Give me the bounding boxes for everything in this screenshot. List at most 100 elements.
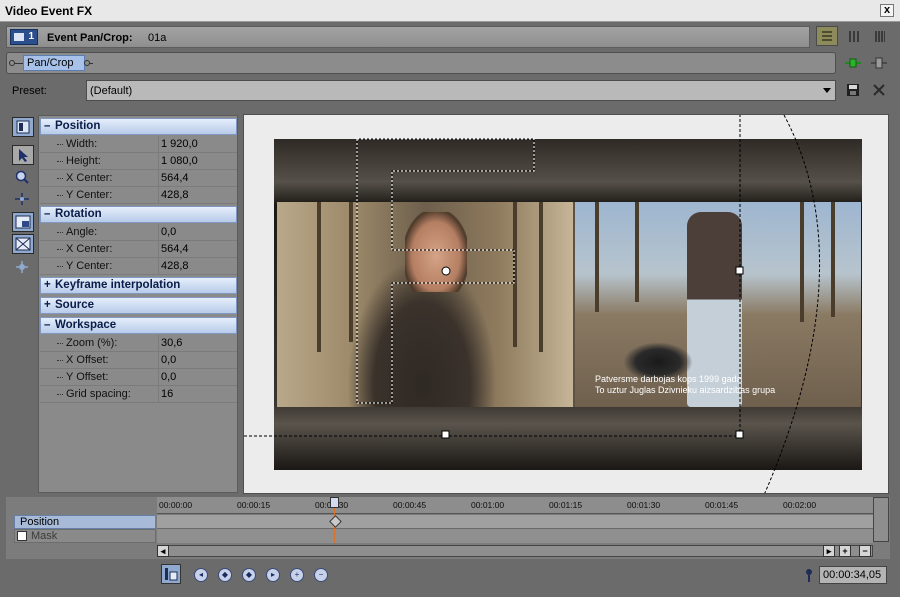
- properties-icon: [16, 120, 30, 134]
- move-tool[interactable]: [12, 190, 34, 210]
- save-preset-button[interactable]: [846, 83, 860, 97]
- tile-view-icon: [875, 31, 885, 42]
- preset-dropdown[interactable]: (Default): [86, 80, 836, 101]
- section-workspace[interactable]: – Workspace: [40, 317, 237, 334]
- track-mask[interactable]: Mask: [14, 529, 156, 543]
- view-mode-button-3[interactable]: [869, 26, 891, 46]
- property-value[interactable]: 30,6: [158, 335, 237, 352]
- section-title: Keyframe interpolation: [55, 279, 181, 291]
- add-keyframe-button[interactable]: +: [290, 568, 304, 582]
- property-row[interactable]: Y Offset: 0,0: [40, 369, 237, 386]
- tree-line: [57, 394, 63, 395]
- delete-preset-button[interactable]: [872, 83, 886, 97]
- zoom-out-button[interactable]: −: [859, 545, 871, 557]
- time-tick: 00:01:00: [471, 500, 505, 510]
- keyframe-timeline: 00:00:00 00:00:15 00:00:30 00:00:45 00:0…: [6, 497, 890, 559]
- property-row[interactable]: Y Center: 428,8: [40, 187, 237, 204]
- property-key: Y Center:: [66, 189, 113, 201]
- tree-line: [57, 249, 63, 250]
- section-keyframe-interpolation[interactable]: + Keyframe interpolation: [40, 277, 237, 294]
- delete-keyframe-button[interactable]: −: [314, 568, 328, 582]
- property-value[interactable]: 16: [158, 386, 237, 403]
- keyframe-toolbar: ◂ ◆ ◆ ▸ + − 00:00:34,05: [0, 560, 900, 597]
- first-keyframe-button[interactable]: ◂: [194, 568, 208, 582]
- title-bar: Video Event FX x: [0, 0, 900, 22]
- property-row[interactable]: X Offset: 0,0: [40, 352, 237, 369]
- section-title: Rotation: [55, 208, 102, 220]
- property-row[interactable]: Angle: 0,0: [40, 224, 237, 241]
- plugin-pan-crop[interactable]: Pan/Crop: [23, 55, 85, 71]
- property-value[interactable]: 564,4: [158, 241, 237, 258]
- event-number: 1: [28, 31, 34, 42]
- property-value[interactable]: 1 920,0: [158, 136, 237, 153]
- chevron-down-icon: [823, 88, 831, 93]
- cursor-timecode[interactable]: 00:00:34,05: [819, 566, 887, 584]
- chain-end-node: [84, 60, 90, 66]
- property-value[interactable]: 0,0: [158, 224, 237, 241]
- property-key: Zoom (%):: [66, 337, 118, 349]
- section-title: Position: [55, 120, 101, 132]
- collapse-icon: –: [44, 208, 51, 220]
- close-button[interactable]: x: [880, 4, 894, 17]
- property-key: Grid spacing:: [66, 388, 131, 400]
- scroll-left-button[interactable]: ◂: [157, 545, 169, 557]
- show-properties-button[interactable]: [12, 117, 34, 137]
- tree-line: [57, 377, 63, 378]
- property-row[interactable]: Height: 1 080,0: [40, 153, 237, 170]
- property-row[interactable]: X Center: 564,4: [40, 241, 237, 258]
- zoom-in-button[interactable]: +: [839, 545, 851, 557]
- view-mode-button-1[interactable]: [816, 26, 838, 46]
- property-row[interactable]: Width: 1 920,0: [40, 136, 237, 153]
- section-source[interactable]: + Source: [40, 297, 237, 314]
- time-tick: 00:01:15: [549, 500, 583, 510]
- center-icon: [16, 261, 28, 273]
- zoom-tool[interactable]: [12, 168, 34, 188]
- property-value[interactable]: 428,8: [158, 187, 237, 204]
- playhead-handle[interactable]: [330, 497, 339, 508]
- pan-crop-workspace[interactable]: Patversme darbojas kops 1999 gada To uzt…: [243, 114, 889, 494]
- plugin-chain-icon[interactable]: [845, 56, 861, 70]
- magnifier-icon: [15, 170, 29, 184]
- position-keyframe-track[interactable]: [157, 515, 873, 529]
- sync-cursor-button[interactable]: [161, 564, 181, 584]
- tree-line: [57, 161, 63, 162]
- property-value[interactable]: 564,4: [158, 170, 237, 187]
- time-ruler[interactable]: 00:00:00 00:00:15 00:00:30 00:00:45 00:0…: [157, 497, 873, 514]
- last-keyframe-button[interactable]: ▸: [266, 568, 280, 582]
- section-position[interactable]: – Position: [40, 118, 237, 135]
- crop-overlay: [244, 115, 821, 493]
- next-keyframe-button[interactable]: ◆: [242, 568, 256, 582]
- previous-keyframe-button[interactable]: ◆: [218, 568, 232, 582]
- tree-line: [57, 232, 63, 233]
- enable-snapping-button[interactable]: [12, 212, 34, 232]
- lock-aspect-ratio-button[interactable]: [12, 234, 34, 254]
- sync-cursor-icon: [165, 568, 178, 581]
- property-value[interactable]: 428,8: [158, 258, 237, 275]
- property-value[interactable]: 0,0: [158, 352, 237, 369]
- mask-checkbox[interactable]: [17, 531, 27, 541]
- timeline-vertical-scrollbar[interactable]: [873, 497, 889, 542]
- window-title: Video Event FX: [5, 4, 93, 18]
- preset-label: Preset:: [12, 85, 47, 97]
- move-arrows-icon: [15, 193, 29, 205]
- property-row[interactable]: Zoom (%): 30,6: [40, 335, 237, 352]
- normal-edit-tool[interactable]: [12, 145, 34, 165]
- property-row[interactable]: X Center: 564,4: [40, 170, 237, 187]
- remove-plugin-icon[interactable]: [871, 56, 887, 70]
- scroll-right-button[interactable]: ▸: [823, 545, 835, 557]
- property-key: X Offset:: [66, 354, 109, 366]
- event-header: 1 Event Pan/Crop: 01a: [6, 26, 810, 48]
- track-position[interactable]: Position: [14, 515, 156, 529]
- property-row[interactable]: Grid spacing: 16: [40, 386, 237, 403]
- expand-icon: +: [44, 279, 51, 291]
- property-row[interactable]: Y Center: 428,8: [40, 258, 237, 275]
- scale-about-center-button[interactable]: [12, 258, 34, 278]
- timeline-scrollbar[interactable]: ◂ ▸ + −: [157, 545, 873, 557]
- event-badge[interactable]: 1: [10, 29, 38, 45]
- plug-icon: [871, 57, 887, 69]
- property-value[interactable]: 1 080,0: [158, 153, 237, 170]
- mask-keyframe-track[interactable]: [157, 529, 873, 543]
- view-mode-button-2[interactable]: [843, 26, 865, 46]
- property-value[interactable]: 0,0: [158, 369, 237, 386]
- section-rotation[interactable]: – Rotation: [40, 206, 237, 223]
